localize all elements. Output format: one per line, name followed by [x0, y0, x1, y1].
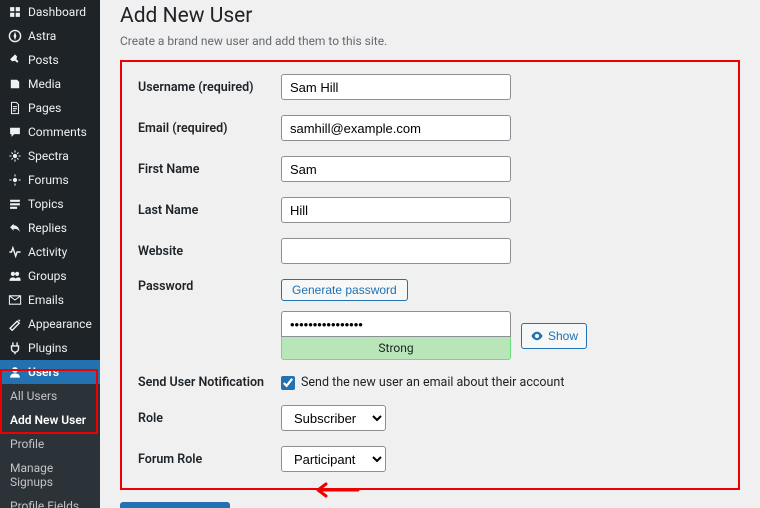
lastname-input[interactable]	[281, 197, 511, 223]
sidebar-sub-all-users[interactable]: All Users	[0, 384, 100, 408]
appearance-icon	[8, 317, 22, 331]
show-password-label: Show	[548, 329, 578, 343]
firstname-label: First Name	[138, 162, 281, 177]
groups-icon	[8, 269, 22, 283]
topics-icon	[8, 197, 22, 211]
sidebar-item-groups[interactable]: Groups	[0, 264, 100, 288]
pin-icon	[8, 53, 22, 67]
sidebar-item-label: Dashboard	[28, 5, 86, 19]
sidebar-item-comments[interactable]: Comments	[0, 120, 100, 144]
sidebar-item-emails[interactable]: Emails	[0, 288, 100, 312]
forum-role-label: Forum Role	[138, 452, 281, 467]
sidebar-item-users[interactable]: Users	[0, 360, 100, 384]
username-input[interactable]	[281, 74, 511, 100]
sidebar-sub-profile[interactable]: Profile	[0, 432, 100, 456]
sidebar-item-label: Replies	[28, 221, 67, 235]
notify-checkbox-wrap[interactable]: Send the new user an email about their a…	[281, 375, 722, 390]
username-label: Username (required)	[138, 80, 281, 95]
emails-icon	[8, 293, 22, 307]
sidebar-item-pages[interactable]: Pages	[0, 96, 100, 120]
sidebar-item-label: Pages	[28, 101, 61, 115]
sidebar-item-label: Posts	[28, 53, 59, 67]
sidebar-item-label: Astra	[28, 29, 56, 43]
website-label: Website	[138, 244, 281, 259]
users-icon	[8, 365, 22, 379]
sidebar-item-label: Emails	[28, 293, 64, 307]
sidebar-item-forums[interactable]: Forums	[0, 168, 100, 192]
email-input[interactable]	[281, 115, 511, 141]
replies-icon	[8, 221, 22, 235]
password-label: Password	[138, 279, 281, 294]
media-icon	[8, 77, 22, 91]
password-input[interactable]	[281, 311, 511, 337]
sidebar-sub-profile-fields[interactable]: Profile Fields	[0, 494, 100, 508]
spectra-icon	[8, 149, 22, 163]
sidebar-item-label: Comments	[28, 125, 87, 139]
sidebar-item-label: Plugins	[28, 341, 68, 355]
sidebar-item-label: Groups	[28, 269, 67, 283]
eye-icon	[530, 329, 544, 343]
sidebar-item-label: Appearance	[28, 317, 92, 331]
notify-label: Send User Notification	[138, 375, 281, 390]
sidebar-item-replies[interactable]: Replies	[0, 216, 100, 240]
email-label: Email (required)	[138, 121, 281, 136]
add-new-user-button[interactable]: Add New User	[120, 502, 230, 508]
notify-checkbox[interactable]	[281, 376, 295, 390]
add-user-form: Username (required) Email (required) Fir…	[120, 60, 740, 490]
sidebar-item-astra[interactable]: Astra	[0, 24, 100, 48]
sidebar-item-label: Users	[28, 365, 59, 379]
plugins-icon	[8, 341, 22, 355]
sidebar-item-media[interactable]: Media	[0, 72, 100, 96]
sidebar-item-posts[interactable]: Posts	[0, 48, 100, 72]
sidebar-submenu-users: All Users Add New User Profile Manage Si…	[0, 384, 100, 508]
sidebar-item-topics[interactable]: Topics	[0, 192, 100, 216]
sidebar-item-label: Media	[28, 77, 61, 91]
admin-sidebar: Dashboard Astra Posts Media Pages Commen…	[0, 0, 100, 508]
sidebar-item-label: Forums	[28, 173, 69, 187]
sidebar-item-dashboard[interactable]: Dashboard	[0, 0, 100, 24]
sidebar-item-appearance[interactable]: Appearance	[0, 312, 100, 336]
sidebar-item-plugins[interactable]: Plugins	[0, 336, 100, 360]
generate-password-button[interactable]: Generate password	[281, 279, 408, 301]
sidebar-item-label: Spectra	[28, 149, 69, 163]
role-select[interactable]: Subscriber	[281, 405, 386, 431]
page-title: Add New User	[120, 4, 740, 28]
main-content: Add New User Create a brand new user and…	[100, 0, 760, 508]
sidebar-item-label: Activity	[28, 245, 67, 259]
notify-text: Send the new user an email about their a…	[301, 375, 564, 390]
sidebar-item-activity[interactable]: Activity	[0, 240, 100, 264]
comments-icon	[8, 125, 22, 139]
password-strength: Strong	[281, 337, 511, 360]
page-description: Create a brand new user and add them to …	[120, 34, 740, 48]
pages-icon	[8, 101, 22, 115]
website-input[interactable]	[281, 238, 511, 264]
activity-icon	[8, 245, 22, 259]
sidebar-item-label: Topics	[28, 197, 64, 211]
firstname-input[interactable]	[281, 156, 511, 182]
sidebar-item-spectra[interactable]: Spectra	[0, 144, 100, 168]
annotation-arrow-icon	[310, 480, 360, 500]
role-label: Role	[138, 411, 281, 426]
sidebar-sub-manage-signups[interactable]: Manage Signups	[0, 456, 100, 494]
dashboard-icon	[8, 5, 22, 19]
forum-role-select[interactable]: Participant	[281, 446, 386, 472]
sidebar-sub-add-new-user[interactable]: Add New User	[0, 408, 100, 432]
show-password-button[interactable]: Show	[521, 323, 587, 349]
lastname-label: Last Name	[138, 203, 281, 218]
astra-icon	[8, 29, 22, 43]
forums-icon	[8, 173, 22, 187]
